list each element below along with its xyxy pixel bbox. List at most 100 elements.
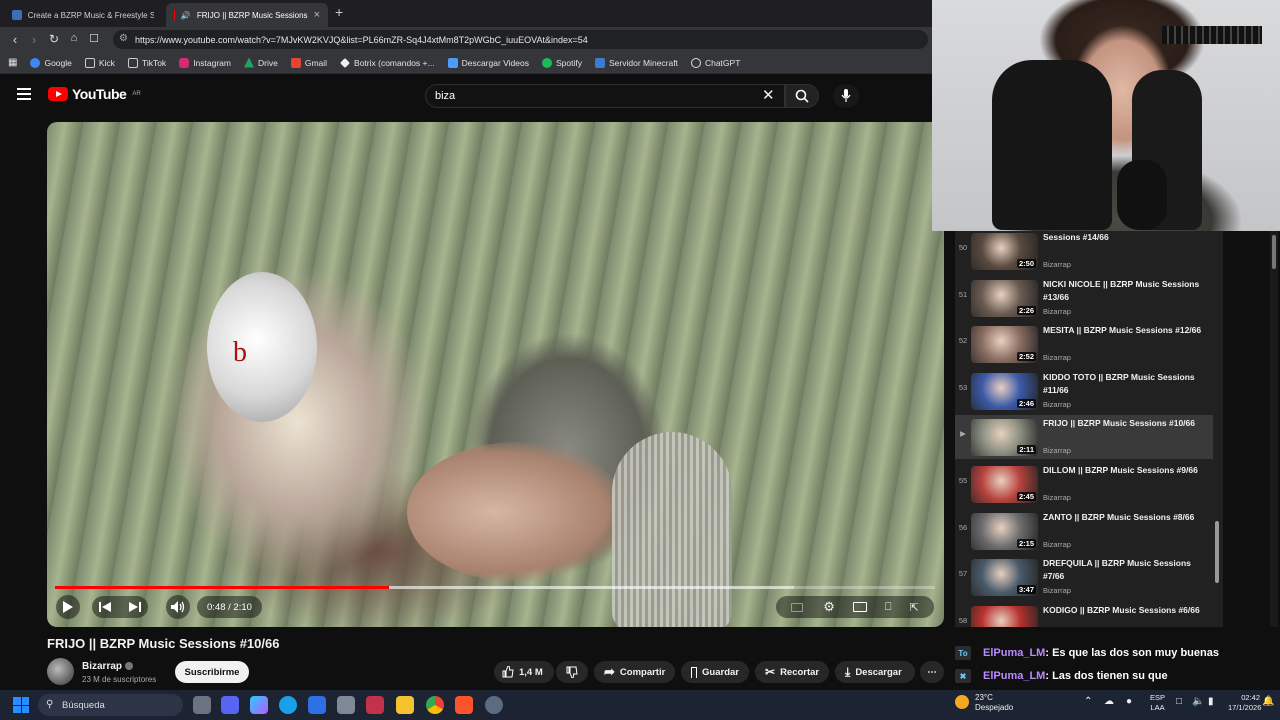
playlist-item-title[interactable]: NICKI NICOLE || BZRP Music Sessions #13/… (1043, 278, 1203, 304)
bookmark-gmail[interactable]: Gmail (290, 57, 327, 68)
brave-icon[interactable] (455, 696, 473, 714)
subscribe-button[interactable]: Suscribirme (175, 661, 249, 683)
bookmark-descargar-videos[interactable]: Descargar Videos (447, 57, 529, 68)
settings-app-icon[interactable] (337, 696, 355, 714)
new-tab-button[interactable]: + (335, 4, 343, 20)
playlist-item[interactable]: 51 2:26 NICKI NICOLE || BZRP Music Session… (955, 276, 1213, 320)
weather-widget[interactable]: 23°C Despejado (955, 693, 1013, 713)
playlist-thumbnail[interactable]: 3:47 (971, 559, 1038, 597)
volume-tray-icon[interactable]: 🔈 (1192, 696, 1204, 707)
playlist-item-title[interactable]: KODIGO || BZRP Music Sessions #6/66 (1043, 604, 1203, 617)
playlist-item-title[interactable]: DREFQUILA || BZRP Music Sessions #7/66 (1043, 557, 1203, 583)
back-icon[interactable]: ‹ (5, 32, 25, 47)
scrollbar-thumb[interactable] (1272, 235, 1276, 269)
tab-frijo-bzrp[interactable]: 🔊 FRIJO || BZRP Music Sessions × (166, 3, 328, 27)
more-actions-button[interactable]: ⋯ (920, 661, 944, 683)
taskbar-search[interactable]: ⚲ Búsqueda (38, 694, 183, 716)
playlist-item[interactable]: 57 3:47 DREFQUILA || BZRP Music Sessions #… (955, 555, 1213, 599)
tab-create-bzrp[interactable]: Create a BZRP Music & Freestyle Sess (4, 3, 162, 27)
page-scrollbar[interactable] (1270, 231, 1278, 627)
youtube-logo[interactable]: YouTube AR (48, 86, 141, 102)
microphone-tray-icon[interactable]: ● (1126, 696, 1132, 707)
discord-icon[interactable] (221, 696, 239, 714)
playlist-item-title[interactable]: DILLOM || BZRP Music Sessions #9/66 (1043, 464, 1203, 477)
language-indicator[interactable]: ESP LAA (1150, 693, 1165, 713)
playlist-thumbnail[interactable]: 2:26 (971, 279, 1038, 317)
playlist-item[interactable]: 56 2:15 ZANTO || BZRP Music Sessions #8/66… (955, 509, 1213, 553)
next-icon[interactable] (129, 602, 141, 612)
volume-button[interactable] (166, 595, 190, 619)
bookmark-spotify[interactable]: Spotify (542, 57, 582, 68)
app-icon[interactable] (485, 696, 503, 714)
playlist-item[interactable]: 55 2:45 DILLOM || BZRP Music Sessions #9/6… (955, 462, 1213, 506)
playlist-item-title[interactable]: FRIJO || BZRP Music Sessions #10/66 (1043, 417, 1203, 430)
chrome-icon[interactable] (426, 696, 444, 714)
system-clock[interactable]: 02:42 17/1/2026 (1228, 693, 1261, 713)
store-icon[interactable] (308, 696, 326, 714)
cast-icon[interactable]: ⎕ (885, 601, 892, 614)
close-tab-icon[interactable]: × (314, 9, 320, 21)
dislike-button[interactable] (556, 661, 588, 683)
battery-icon[interactable]: ▮ (1208, 696, 1214, 707)
playlist-item[interactable]: 52 2:52 MESITA || BZRP Music Sessions #12/… (955, 322, 1213, 366)
bookmark-instagram[interactable]: Instagram (179, 57, 231, 68)
channel-avatar[interactable] (47, 658, 74, 685)
network-icon[interactable]: □ (1176, 696, 1182, 707)
playlist-item-title[interactable]: MESITA || BZRP Music Sessions #12/66 (1043, 324, 1203, 337)
reload-icon[interactable]: ↻ (44, 32, 64, 46)
playlist-thumbnail[interactable]: 2:45 (971, 466, 1038, 503)
settings-icon[interactable]: ⚙ (823, 599, 835, 615)
tray-app-icon[interactable]: ☁ (1104, 696, 1114, 707)
playlist-thumbnail[interactable]: 1:34 (971, 605, 1038, 627)
play-button[interactable] (56, 595, 80, 619)
download-button[interactable]: ⤓ Descargar (835, 661, 915, 683)
playlist-item[interactable]: 53 2:46 KIDDO TOTO || BZRP Music Sessions … (955, 369, 1213, 413)
home-icon[interactable]: ⌂ (64, 32, 84, 44)
playlist-item-title[interactable]: Sessions #14/66 (1043, 231, 1203, 244)
app-icon[interactable] (366, 696, 384, 714)
like-button[interactable]: 1,4 M (494, 661, 554, 683)
playlist-thumbnail[interactable]: 2:46 (971, 372, 1038, 410)
clip-button[interactable]: ✂ Recortar (755, 661, 829, 683)
bookmark-google[interactable]: Google (30, 57, 72, 68)
playlist-item[interactable]: 581:34 KODIGO || BZRP Music Sessions #6/6… (955, 602, 1213, 627)
progress-bar[interactable] (55, 586, 935, 589)
playlist-item-title[interactable]: KIDDO TOTO || BZRP Music Sessions #11/66 (1043, 371, 1203, 397)
share-button[interactable]: ➦ Compartir (594, 661, 675, 683)
bookmark-tiktok[interactable]: TikTok (127, 57, 166, 68)
search-button[interactable] (785, 84, 819, 108)
forward-icon[interactable]: › (24, 32, 44, 47)
voice-search-button[interactable] (833, 84, 859, 108)
edge-icon[interactable] (279, 696, 297, 714)
search-input[interactable]: biza (425, 84, 785, 108)
playlist-thumbnail[interactable]: 2:11 (971, 419, 1038, 457)
playlist-item[interactable]: ▶ 2:11 FRIJO || BZRP Music Sessions #10/66… (955, 415, 1213, 460)
playlist-scrollbar[interactable] (1213, 231, 1221, 627)
playlist-item[interactable]: 50 2:50 Sessions #14/66 Bizarrap (955, 231, 1213, 273)
scrollbar-thumb[interactable] (1215, 521, 1219, 583)
address-bar[interactable]: ⚙ https://www.youtube.com/watch?v=7MJvKW… (113, 30, 928, 49)
previous-icon[interactable] (99, 602, 111, 612)
site-info-icon[interactable]: ⚙ (119, 33, 128, 44)
tray-expand-icon[interactable]: ⌃ (1084, 696, 1092, 707)
windows-start-icon[interactable] (13, 697, 29, 713)
menu-icon[interactable] (17, 88, 31, 100)
bookmark-chatgpt[interactable]: ChatGPT (690, 57, 740, 68)
bookmark-icon[interactable]: ☐ (84, 32, 104, 45)
playlist-thumbnail[interactable]: 2:52 (971, 326, 1038, 364)
subtitles-icon[interactable] (791, 602, 804, 612)
miniplayer-icon[interactable] (852, 602, 867, 612)
playlist-item-title[interactable]: ZANTO || BZRP Music Sessions #8/66 (1043, 511, 1203, 524)
task-view-icon[interactable] (193, 696, 211, 714)
bookmark-drive[interactable]: Drive (243, 57, 278, 68)
video-player[interactable]: b (47, 122, 944, 627)
file-explorer-icon[interactable] (396, 696, 414, 714)
channel-name[interactable]: Bizarrap (82, 661, 134, 672)
bookmark-kick[interactable]: Kick (84, 57, 115, 68)
playlist-thumbnail[interactable]: 2:15 (971, 512, 1038, 550)
apps-grid-icon[interactable]: ▦ (8, 57, 17, 68)
copilot-icon[interactable] (250, 696, 268, 714)
clear-search-icon[interactable]: ✕ (762, 86, 775, 104)
bookmark-botrix[interactable]: Botrix (comandos +... (340, 58, 435, 68)
save-button[interactable]: Guardar (681, 661, 749, 683)
